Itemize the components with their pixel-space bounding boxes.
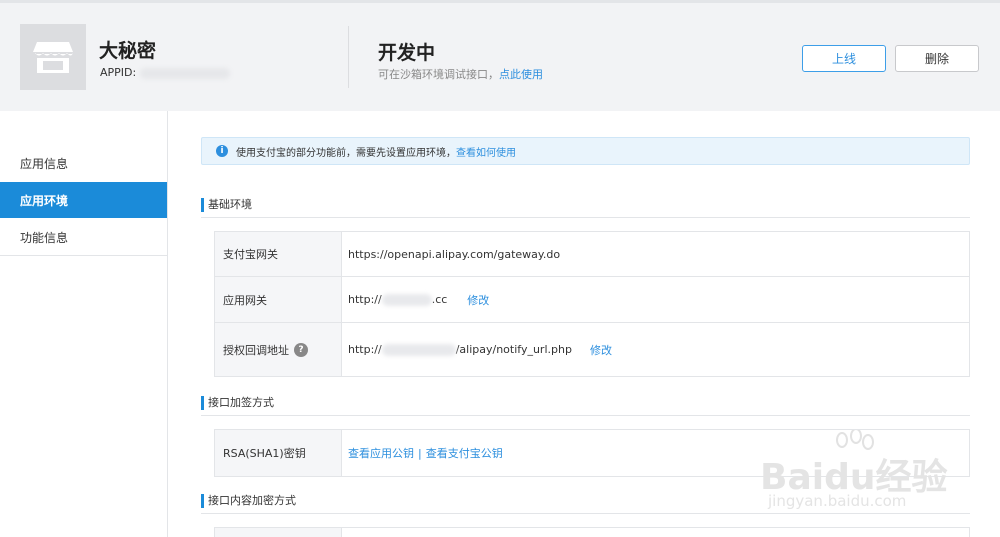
edit-app-gateway-link[interactable]: 修改 xyxy=(467,292,489,308)
app-gateway-value: http:// .cc 修改 xyxy=(342,277,969,322)
status-sub-text: 可在沙箱环境调试接口， xyxy=(378,68,499,81)
basic-env-table: 支付宝网关 https://openapi.alipay.com/gateway… xyxy=(214,231,970,377)
how-to-use-link[interactable]: 查看如何使用 xyxy=(456,144,516,159)
callback-label-cell: 授权回调地址 ? xyxy=(215,323,342,376)
section-title-sign: 接口加签方式 xyxy=(201,396,274,410)
delete-button[interactable]: 删除 xyxy=(895,45,979,72)
sidebar: 应用信息 应用环境 功能信息 xyxy=(0,111,168,537)
section-title-basic: 基础环境 xyxy=(201,198,252,212)
encrypt-method-table xyxy=(214,527,970,537)
section-title-encrypt: 接口内容加密方式 xyxy=(201,494,296,508)
help-icon[interactable]: ? xyxy=(294,342,308,357)
table-row xyxy=(215,528,969,537)
app-name: 大秘密 xyxy=(99,40,157,62)
callback-value: http:// /alipay/notify_url.php 修改 xyxy=(342,323,969,376)
encrypt-label-cell xyxy=(215,528,342,537)
header-divider xyxy=(348,26,349,88)
info-icon: i xyxy=(216,145,228,157)
app-gateway-redacted xyxy=(381,293,432,306)
link-separator: | xyxy=(418,446,422,460)
callback-prefix: http:// xyxy=(348,343,382,356)
status-subtitle: 可在沙箱环境调试接口，点此使用 xyxy=(378,66,543,82)
sidebar-item-app-environment[interactable]: 应用环境 xyxy=(0,182,167,218)
appid-value-redacted xyxy=(140,67,231,79)
baidu-watermark: Baidu经验 jingyan.baidu.com xyxy=(760,428,960,520)
appid-label: APPID: xyxy=(100,66,137,79)
encrypt-value-cell xyxy=(342,528,969,537)
sidebar-item-feature-info[interactable]: 功能信息 xyxy=(0,219,167,255)
callback-label: 授权回调地址 xyxy=(223,343,289,357)
view-app-key-link[interactable]: 查看应用公钥 xyxy=(348,445,414,461)
watermark-sub: jingyan.baidu.com xyxy=(768,492,907,510)
gateway-label: 支付宝网关 xyxy=(215,232,342,276)
rsa-label: RSA(SHA1)密钥 xyxy=(215,430,342,476)
table-row: 授权回调地址 ? http:// /alipay/notify_url.php 修… xyxy=(215,323,969,376)
notice-text: 使用支付宝的部分功能前，需要先设置应用环境， xyxy=(236,147,456,159)
sandbox-link[interactable]: 点此使用 xyxy=(499,68,543,81)
section-rule xyxy=(201,217,970,218)
app-header: 大秘密 APPID: 开发中 可在沙箱环境调试接口，点此使用 上线 删除 xyxy=(0,3,1000,111)
sidebar-divider xyxy=(0,255,167,256)
sidebar-item-app-info[interactable]: 应用信息 xyxy=(0,145,167,181)
table-row: 应用网关 http:// .cc 修改 xyxy=(215,277,969,323)
app-gateway-prefix: http:// xyxy=(348,293,382,306)
info-notice: i 使用支付宝的部分功能前，需要先设置应用环境， 查看如何使用 xyxy=(201,137,970,165)
edit-callback-link[interactable]: 修改 xyxy=(590,342,612,358)
callback-suffix: /alipay/notify_url.php xyxy=(455,343,572,356)
section-rule xyxy=(201,415,970,416)
view-alipay-key-link[interactable]: 查看支付宝公钥 xyxy=(426,445,503,461)
app-gateway-label: 应用网关 xyxy=(215,277,342,322)
status-title: 开发中 xyxy=(378,42,436,64)
table-row: 支付宝网关 https://openapi.alipay.com/gateway… xyxy=(215,232,969,277)
appid-line: APPID: xyxy=(100,66,231,79)
callback-redacted xyxy=(381,343,456,356)
gateway-value: https://openapi.alipay.com/gateway.do xyxy=(348,247,561,261)
store-icon xyxy=(20,24,86,90)
go-online-button[interactable]: 上线 xyxy=(802,45,886,72)
app-gateway-suffix: .cc xyxy=(431,293,448,306)
